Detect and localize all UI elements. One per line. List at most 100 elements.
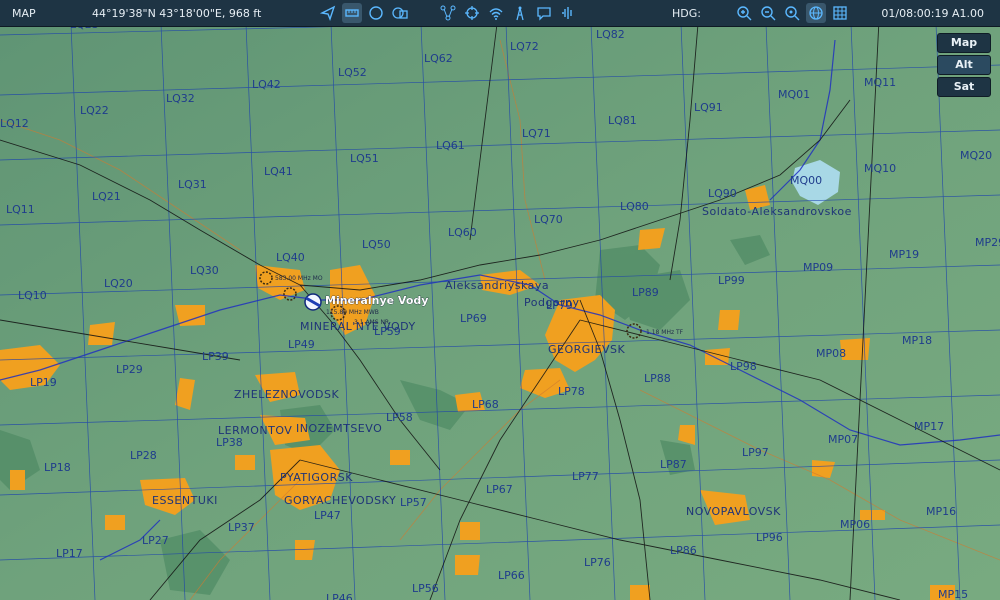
map-canvas[interactable]: LQ23 LQ72 LQ82 LQ62 LQ52 LQ42 LQ32 LQ22 … (0, 0, 1000, 600)
grid-label: LQ22 (80, 104, 109, 117)
grid-label: LP39 (202, 350, 229, 363)
grid-label: LQ52 (338, 66, 367, 79)
city-label: Aleksandriyskaya (445, 279, 549, 292)
grid-label: MP18 (902, 334, 932, 347)
navaid-label: 583.00 MHz MO (275, 275, 323, 282)
grid-label: LP56 (412, 582, 439, 595)
navaid-label: 1.18 MHz TF (646, 329, 684, 336)
grid-label: LP86 (670, 544, 697, 557)
grid-label: LQ10 (18, 289, 47, 302)
chat-icon[interactable] (534, 3, 554, 23)
zoom-in-icon[interactable] (734, 3, 754, 23)
grid-label: MP29 (975, 236, 1000, 249)
grid-label: MP08 (816, 347, 846, 360)
grid-label: LQ31 (178, 178, 207, 191)
grid-label: LQ70 (534, 213, 563, 226)
grid-label: LP57 (400, 496, 427, 509)
grid-label: MQ11 (864, 76, 896, 89)
alt-layer-button[interactable]: Alt (937, 55, 991, 75)
ruler-icon[interactable] (342, 3, 362, 23)
grid-label: MP17 (914, 420, 944, 433)
grid-label: LQ32 (166, 92, 195, 105)
send-icon[interactable] (318, 3, 338, 23)
grid-label: MP06 (840, 518, 870, 531)
grid-label: LQ62 (424, 52, 453, 65)
grid-label: MQ10 (864, 162, 896, 175)
grid-label: LP77 (572, 470, 599, 483)
grid-label: LQ50 (362, 238, 391, 251)
grid-label: LP88 (644, 372, 671, 385)
grid-label: LQ82 (596, 28, 625, 41)
grid-label: LP47 (314, 509, 341, 522)
route-icon[interactable] (438, 3, 458, 23)
city-label: ESSENTUKI (152, 494, 218, 507)
grid-label: LP89 (632, 286, 659, 299)
top-toolbar: MAP 44°19'38"N 43°18'00"E, 968 ft HDG: 0… (0, 0, 1000, 27)
grid-label: LQ81 (608, 114, 637, 127)
grid-label: MP19 (889, 248, 919, 261)
grid-label: LQ72 (510, 40, 539, 53)
grid-label: LP99 (718, 274, 745, 287)
sim-time: 01/08:00:19 A1.00 (881, 7, 984, 20)
grid-label: LQ12 (0, 117, 29, 130)
grid-label: LP76 (584, 556, 611, 569)
grid-label: LQ41 (264, 165, 293, 178)
grid-label: LP96 (756, 531, 783, 544)
city-label: NOVOPAVLOVSK (686, 505, 781, 518)
grid-label: LP68 (472, 398, 499, 411)
navaid-label: 3.1 AMS NR (354, 319, 389, 326)
grid-label: LQ71 (522, 127, 551, 140)
navaid-label: 115.80 MHz MWB (326, 309, 379, 316)
sat-layer-button[interactable]: Sat (937, 77, 991, 97)
heading-label: HDG: (672, 7, 701, 20)
grid-label: LP66 (498, 569, 525, 582)
grid-label: MP16 (926, 505, 956, 518)
grid-label: LP46 (326, 592, 353, 600)
grid-label: MP09 (803, 261, 833, 274)
grid-label: LP87 (660, 458, 687, 471)
grid-label: LQ40 (276, 251, 305, 264)
zoom-out-icon[interactable] (758, 3, 778, 23)
grid-label: LP78 (558, 385, 585, 398)
grid-icon[interactable] (830, 3, 850, 23)
grid-label: LP67 (486, 483, 513, 496)
grid-label: LQ91 (694, 101, 723, 114)
city-label: GEORGIEVSK (548, 343, 626, 356)
grid-label: MP07 (828, 433, 858, 446)
city-label: INOZEMTSEVO (296, 422, 382, 435)
airport-name: Mineralnye Vody (325, 294, 428, 307)
grid-label: LP98 (730, 360, 757, 373)
grid-label: MQ20 (960, 149, 992, 162)
grid-label: LP17 (56, 547, 83, 560)
zoom-reset-icon[interactable] (782, 3, 802, 23)
crosshair-icon[interactable] (462, 3, 482, 23)
grid-label: MP15 (938, 588, 968, 600)
grid-label: LP69 (460, 312, 487, 325)
grid-label: LQ21 (92, 190, 121, 203)
grid-label: LQ90 (708, 187, 737, 200)
city-label: LERMONTOV (218, 424, 292, 437)
grid-label: LQ11 (6, 203, 35, 216)
tower-icon[interactable] (510, 3, 530, 23)
grid-label: LQ30 (190, 264, 219, 277)
grid-label: LP97 (742, 446, 769, 459)
map-tab[interactable]: MAP (12, 7, 36, 20)
grid-label: LQ61 (436, 139, 465, 152)
globe-icon[interactable] (806, 3, 826, 23)
layers-icon[interactable] (390, 3, 410, 23)
grid-label: LP27 (142, 534, 169, 547)
grid-label: LQ51 (350, 152, 379, 165)
grid-label: LQ60 (448, 226, 477, 239)
grid-label: MQ00 (790, 174, 822, 187)
circle-icon[interactable] (366, 3, 386, 23)
grid-label: LP37 (228, 521, 255, 534)
grid-label: LP28 (130, 449, 157, 462)
city-label: Soldato-Aleksandrovskoe (702, 205, 852, 218)
grid-label: MQ01 (778, 88, 810, 101)
waveform-icon[interactable] (558, 3, 578, 23)
grid-label: LP19 (30, 376, 57, 389)
wifi-icon[interactable] (486, 3, 506, 23)
city-label: Podgorny (524, 296, 579, 309)
city-label: GORYACHEVODSKY (284, 494, 396, 507)
map-layer-button[interactable]: Map (937, 33, 991, 53)
